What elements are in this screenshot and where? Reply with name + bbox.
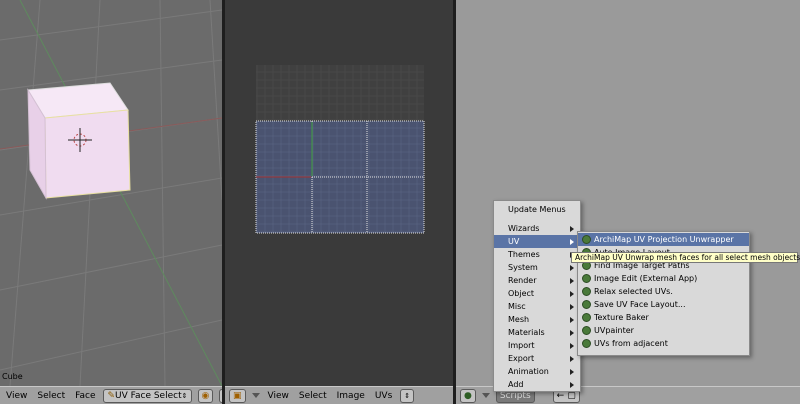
uv-islands[interactable] bbox=[255, 120, 425, 234]
uv-image-editor[interactable] bbox=[225, 0, 453, 386]
menu-item-label: Object bbox=[508, 289, 535, 298]
menu-item-add[interactable]: Add bbox=[494, 378, 580, 391]
menu-item-label: Materials bbox=[508, 328, 545, 337]
menu-item-label: Themes bbox=[508, 250, 540, 259]
submenu-item-label: Image Edit (External App) bbox=[594, 274, 698, 283]
submenu-arrow-icon bbox=[570, 342, 574, 349]
menu-item-wizards[interactable]: Wizards bbox=[494, 222, 580, 235]
scripts-menu: Update Menus Wizards UV Themes System Re… bbox=[493, 200, 581, 392]
menu-face[interactable]: Face bbox=[73, 391, 97, 401]
submenu-arrow-icon bbox=[570, 381, 574, 388]
menu-item-update-menus[interactable]: Update Menus bbox=[494, 201, 580, 217]
object-name-label: Cube bbox=[2, 372, 23, 381]
submenu-item-image-edit[interactable]: Image Edit (External App) bbox=[578, 272, 749, 285]
uv-menu-select[interactable]: Select bbox=[297, 391, 329, 401]
submenu-item-texture-baker[interactable]: Texture Baker bbox=[578, 311, 749, 324]
menu-item-label: Wizards bbox=[508, 224, 540, 233]
submenu-arrow-icon bbox=[570, 368, 574, 375]
menu-item-misc[interactable]: Misc bbox=[494, 300, 580, 313]
menu-collapse-icon[interactable] bbox=[251, 393, 260, 398]
menu-item-system[interactable]: System bbox=[494, 261, 580, 274]
dropdown-arrows-icon: ⇕ bbox=[181, 391, 188, 400]
menu-item-label: Misc bbox=[508, 302, 526, 311]
menu-item-themes[interactable]: Themes bbox=[494, 248, 580, 261]
submenu-arrow-icon bbox=[570, 264, 574, 271]
menu-item-uv[interactable]: UV bbox=[494, 235, 580, 248]
window-icon[interactable]: ▢ bbox=[567, 391, 576, 401]
submenu-item-label: Relax selected UVs. bbox=[594, 287, 673, 296]
menu-item-animation[interactable]: Animation bbox=[494, 365, 580, 378]
python-script-icon bbox=[582, 313, 591, 322]
python-snake-icon: ● bbox=[464, 390, 472, 401]
pivot-dropdown[interactable]: ◉ bbox=[197, 388, 214, 403]
uv-menu-uvs[interactable]: UVs bbox=[373, 391, 394, 401]
menu-item-object[interactable]: Object bbox=[494, 287, 580, 300]
submenu-item-label: ArchiMap UV Projection Unwrapper bbox=[594, 235, 734, 244]
uv-scripts-submenu: ArchiMap UV Projection Unwrapper Auto Im… bbox=[577, 231, 750, 356]
menu-view[interactable]: View bbox=[4, 391, 29, 401]
submenu-arrow-icon bbox=[570, 355, 574, 362]
python-script-icon bbox=[582, 287, 591, 296]
dropdown-arrows-icon: ⇕ bbox=[404, 391, 411, 400]
submenu-item-uvs-from-adjacent[interactable]: UVs from adjacent bbox=[578, 337, 749, 350]
submenu-arrow-icon bbox=[570, 238, 574, 245]
submenu-item-label: Texture Baker bbox=[594, 313, 649, 322]
back-arrow-icon[interactable]: ← bbox=[557, 391, 565, 401]
pivot-icon: ◉ bbox=[201, 390, 210, 401]
submenu-arrow-icon bbox=[570, 329, 574, 336]
menu-item-export[interactable]: Export bbox=[494, 352, 580, 365]
scripts-editor-type-dropdown[interactable]: ● bbox=[460, 388, 476, 403]
submenu-arrow-icon bbox=[570, 316, 574, 323]
menu-collapse-icon[interactable] bbox=[481, 393, 490, 398]
submenu-item-label: Save UV Face Layout... bbox=[594, 300, 686, 309]
image-editor-icon: ▣ bbox=[233, 390, 242, 401]
tooltip: ArchiMap UV Unwrap mesh faces for all se… bbox=[571, 252, 800, 263]
python-script-icon bbox=[582, 235, 591, 244]
image-browse-dropdown[interactable]: ⇕ bbox=[400, 388, 415, 403]
python-script-icon bbox=[582, 274, 591, 283]
menu-item-label: Update Menus bbox=[508, 204, 566, 214]
submenu-item-label: UVs from adjacent bbox=[594, 339, 668, 348]
uv-menu-image[interactable]: Image bbox=[335, 391, 367, 401]
3d-grid bbox=[0, 0, 222, 386]
menu-item-label: UV bbox=[508, 237, 520, 246]
python-script-icon bbox=[582, 339, 591, 348]
menu-item-label: Add bbox=[508, 380, 524, 389]
menu-select[interactable]: Select bbox=[35, 391, 67, 401]
menu-item-label: Mesh bbox=[508, 315, 530, 324]
mode-select-label: UV Face Select bbox=[115, 390, 182, 401]
submenu-item-uvpainter[interactable]: UVpainter bbox=[578, 324, 749, 337]
3d-viewport-header: View Select Face ✎ UV Face Select ⇕ ◉ ∩ bbox=[0, 386, 222, 404]
uv-editor-header: ▣ View Select Image UVs ⇕ bbox=[225, 386, 453, 404]
python-script-icon bbox=[582, 300, 591, 309]
menu-item-label: Export bbox=[508, 354, 535, 363]
python-script-icon bbox=[582, 326, 591, 335]
menu-item-label: System bbox=[508, 263, 538, 272]
submenu-item-archimap[interactable]: ArchiMap UV Projection Unwrapper bbox=[578, 233, 749, 246]
3d-viewport-canvas bbox=[0, 0, 222, 386]
menu-item-label: Animation bbox=[508, 367, 549, 376]
submenu-arrow-icon bbox=[570, 225, 574, 232]
3d-viewport[interactable]: Cube bbox=[0, 0, 222, 386]
mode-select-dropdown[interactable]: ✎ UV Face Select ⇕ bbox=[103, 388, 192, 403]
menu-item-import[interactable]: Import bbox=[494, 339, 580, 352]
submenu-item-label: UVpainter bbox=[594, 326, 634, 335]
menu-item-materials[interactable]: Materials bbox=[494, 326, 580, 339]
uv-face-icon: ✎ bbox=[107, 390, 116, 401]
submenu-arrow-icon bbox=[570, 290, 574, 297]
uv-menu-view[interactable]: View bbox=[266, 391, 291, 401]
uv-canvas bbox=[255, 65, 425, 234]
editor-type-dropdown[interactable]: ▣ bbox=[229, 388, 246, 403]
menu-item-mesh[interactable]: Mesh bbox=[494, 313, 580, 326]
menu-item-label: Import bbox=[508, 341, 535, 350]
menu-item-render[interactable]: Render bbox=[494, 274, 580, 287]
submenu-arrow-icon bbox=[570, 277, 574, 284]
submenu-arrow-icon bbox=[570, 303, 574, 310]
submenu-item-relax-uvs[interactable]: Relax selected UVs. bbox=[578, 285, 749, 298]
submenu-item-save-uv-layout[interactable]: Save UV Face Layout... bbox=[578, 298, 749, 311]
menu-item-label: Render bbox=[508, 276, 537, 285]
